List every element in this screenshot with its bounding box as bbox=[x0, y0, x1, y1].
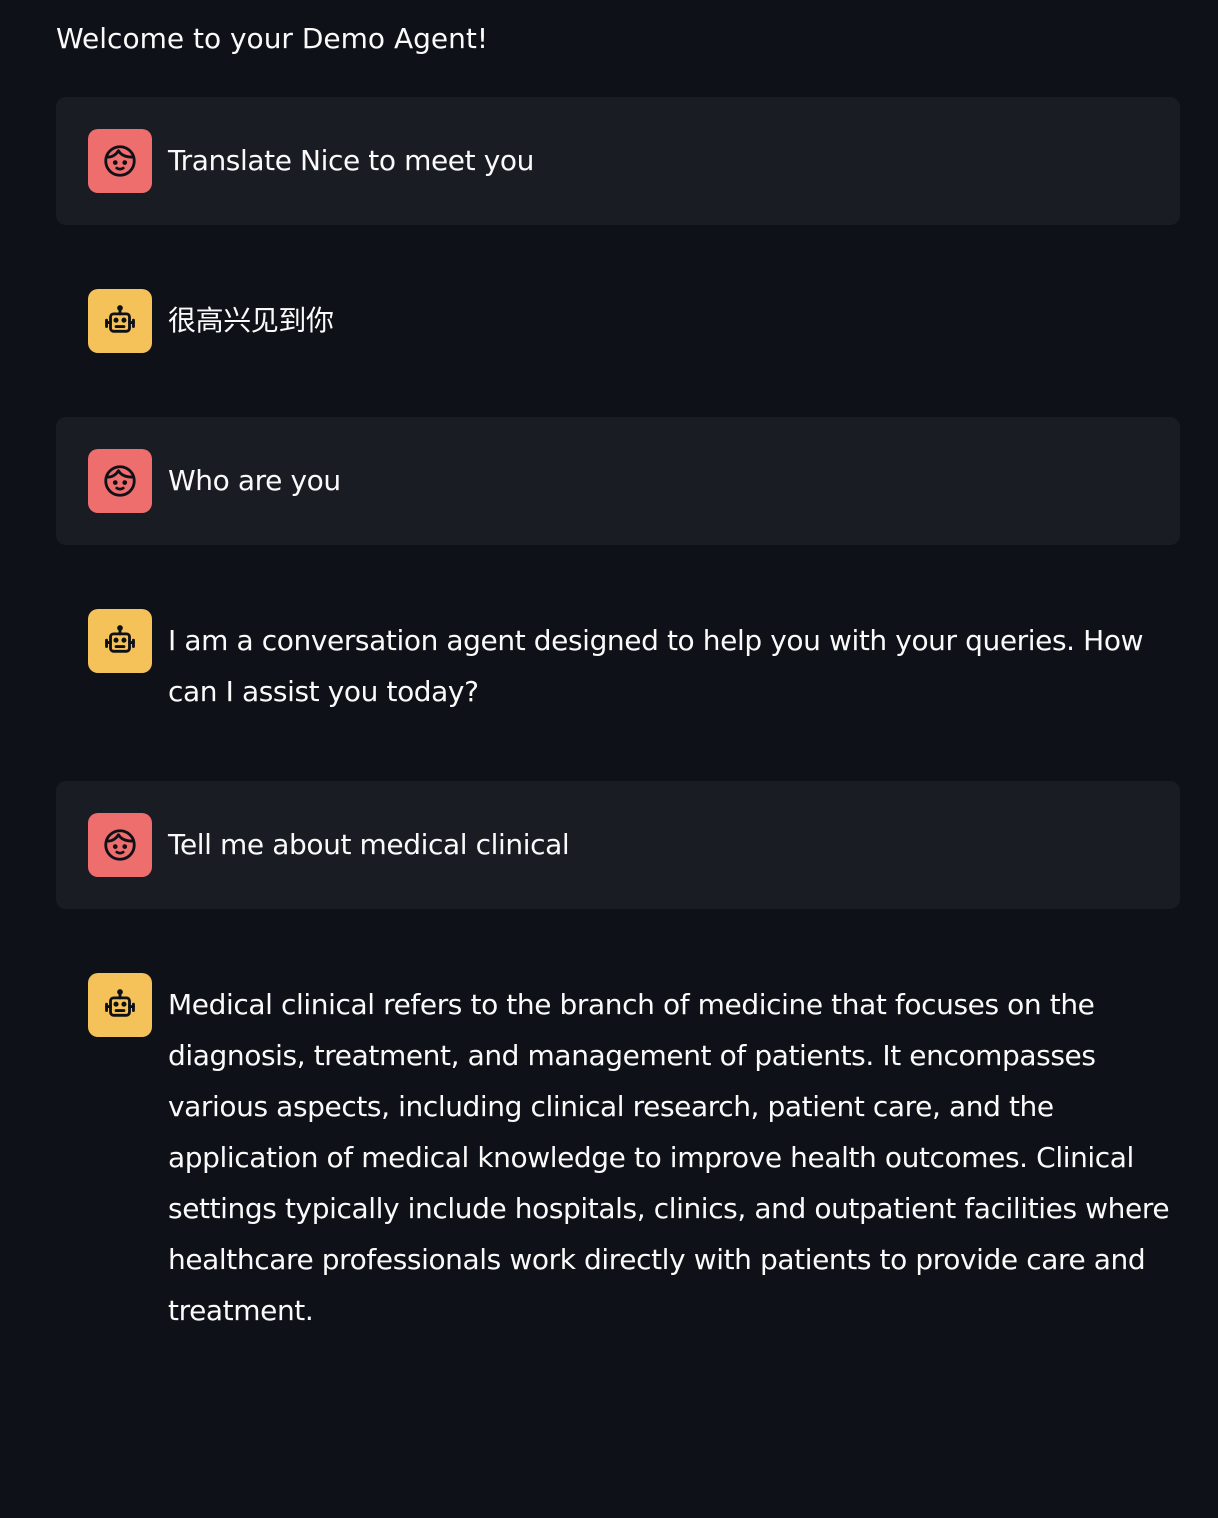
welcome-heading: Welcome to your Demo Agent! bbox=[56, 22, 489, 55]
message-text: 很高兴见到你 bbox=[168, 304, 334, 337]
message-text: Translate Nice to meet you bbox=[168, 144, 534, 177]
chat-message-user: Translate Nice to meet you bbox=[56, 97, 1180, 225]
user-face-icon bbox=[88, 449, 152, 513]
chat-message-assistant: I am a conversation agent designed to he… bbox=[56, 577, 1180, 749]
chat-message-user: Who are you bbox=[56, 417, 1180, 545]
message-text: Tell me about medical clinical bbox=[168, 828, 570, 861]
chat-app: Welcome to your Demo Agent! Translate Ni… bbox=[0, 0, 1218, 1518]
chat-message-user: Tell me about medical clinical bbox=[56, 781, 1180, 909]
message-text: I am a conversation agent designed to he… bbox=[168, 624, 1144, 708]
robot-icon bbox=[88, 609, 152, 673]
user-face-icon bbox=[88, 129, 152, 193]
chat-message-assistant: Medical clinical refers to the branch of… bbox=[56, 941, 1180, 1368]
robot-icon bbox=[88, 973, 152, 1037]
user-face-icon bbox=[88, 813, 152, 877]
message-text: Medical clinical refers to the branch of… bbox=[168, 988, 1170, 1327]
robot-icon bbox=[88, 289, 152, 353]
chat-message-assistant: 很高兴见到你 bbox=[56, 257, 1180, 385]
message-text: Who are you bbox=[168, 464, 341, 497]
